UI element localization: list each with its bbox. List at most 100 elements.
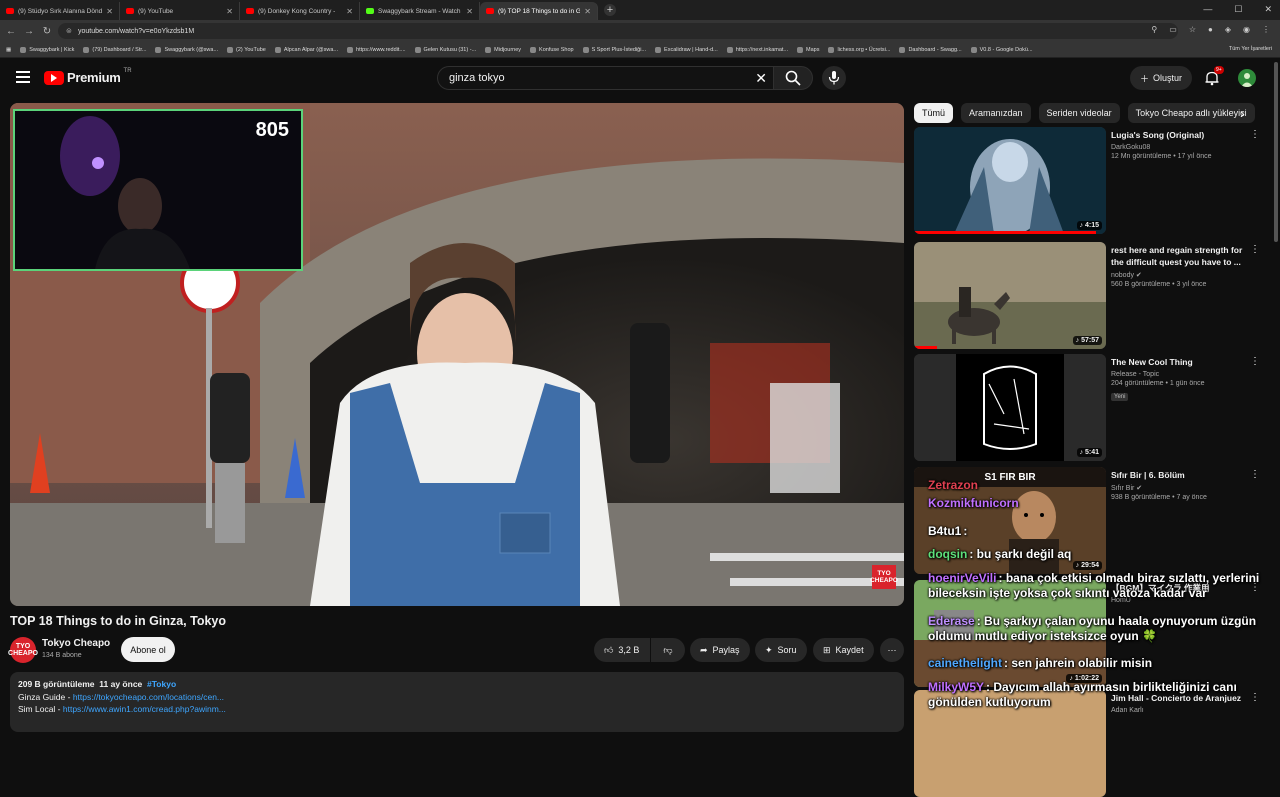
youtube-logo[interactable]: Premium TR — [44, 68, 132, 85]
bookmark-item[interactable]: Midjourney — [485, 46, 522, 53]
sparkle-icon: ✦ — [765, 644, 773, 655]
recommended-title[interactable]: The New Cool Thing — [1111, 356, 1251, 368]
bookmark-item[interactable]: V0.8 - Google Dokü... — [970, 46, 1033, 53]
desc-link[interactable]: https://tokyocheapo.com/locations/cen... — [73, 692, 224, 702]
recommended-channel[interactable]: Release - Topic — [1111, 371, 1159, 378]
channel-avatar[interactable]: TYO CHEAPO — [8, 637, 38, 663]
recommended-meta: 560 B görüntüleme • 3 yıl önce — [1111, 281, 1207, 288]
recommended-channel[interactable]: DarkGoku08 — [1111, 144, 1150, 151]
search-input[interactable]: ginza tokyo ✕ — [437, 66, 773, 90]
dislike-button[interactable]: 👎︎ — [651, 638, 685, 662]
bookmark-label: Midjourney — [494, 46, 522, 53]
desc-link[interactable]: https://www.awin1.com/cread.php?awinm... — [63, 704, 226, 714]
more-actions-button[interactable]: ⋯ — [880, 638, 904, 662]
avatar-image — [1241, 73, 1253, 87]
hashtag-link[interactable]: #Tokyo — [147, 679, 176, 689]
video-thumbnail[interactable]: ♪ 5:41 — [914, 354, 1106, 461]
filter-chip[interactable]: Aramanızdan — [961, 103, 1031, 123]
browser-tab[interactable]: (9) YouTube ✕ — [120, 2, 240, 20]
page-scrollbar[interactable] — [1274, 62, 1278, 242]
close-tab-icon[interactable]: ✕ — [106, 7, 113, 16]
bookmark-item[interactable]: (2) YouTube — [227, 46, 266, 53]
forward-icon[interactable]: → — [22, 26, 36, 37]
more-vertical-icon[interactable]: ⋮ — [1250, 244, 1260, 255]
reload-icon[interactable]: ↻ — [40, 26, 54, 37]
video-thumbnail[interactable]: ♪ 4:15 — [914, 127, 1106, 234]
browser-tab[interactable]: (9) Stüdyo Sırk Alanına Döndü. ▮✕ — [0, 2, 120, 20]
stream-counter: 805 — [255, 119, 289, 141]
recommended-title[interactable]: rest here and regain strength for the di… — [1111, 244, 1251, 268]
watch-progress-bar — [914, 346, 938, 349]
bookmark-item[interactable]: Dashboard - Swagg... — [899, 46, 962, 53]
bookmark-item[interactable]: lichess.org • Ücretsi... — [828, 46, 890, 53]
browser-menu-icon[interactable]: ⋮ — [1262, 25, 1270, 34]
channel-watermark[interactable]: TYO CHEAPO — [870, 565, 898, 589]
bookmark-item[interactable]: Swaggybark (@swa... — [155, 46, 218, 53]
puzzle-icon[interactable]: ◈ — [1225, 25, 1231, 34]
menu-icon[interactable] — [16, 71, 30, 83]
voice-search-button[interactable] — [822, 66, 846, 90]
bookmark-item[interactable]: S Sport Plus-İstediği... — [582, 46, 646, 53]
bookmark-favicon-icon — [155, 46, 162, 53]
bookmark-item[interactable]: Gelen Kutusu (31) -... — [414, 46, 476, 53]
bookmark-item[interactable]: Alpcan Alpar (@swa... — [274, 46, 338, 53]
account-avatar[interactable] — [1238, 69, 1256, 87]
bookmark-item[interactable]: (79) Dashboard / Str... — [83, 46, 146, 53]
channel-name[interactable]: Tokyo Cheapo — [42, 638, 110, 649]
save-button[interactable]: ⊞ Kaydet — [813, 638, 874, 662]
like-button[interactable]: 👍︎ 3,2 B — [594, 638, 650, 662]
close-window-icon[interactable]: ✕ — [1264, 4, 1272, 15]
browser-tab[interactable]: Swaggybark Stream - Watch Li ✕ — [360, 2, 480, 20]
filter-chip[interactable]: Seriden videolar — [1038, 103, 1120, 123]
site-info-icon[interactable]: ⊜ — [66, 27, 72, 35]
recommended-video[interactable]: ♪ 5:41 The New Cool Thing Release - Topi… — [914, 354, 1270, 461]
close-tab-icon[interactable]: ✕ — [226, 7, 233, 16]
bookmark-item[interactable]: https://next.inkamat... — [726, 46, 788, 53]
profile-icon[interactable]: ◉ — [1243, 25, 1250, 34]
new-badge: Yeni — [1111, 393, 1129, 401]
chips-next-chevron-icon[interactable]: › — [1240, 105, 1245, 121]
all-bookmarks[interactable]: Tüm Yer İşaretleri — [1229, 46, 1272, 52]
browser-tab[interactable]: (9) Donkey Kong Country - ✕ — [240, 2, 360, 20]
share-button[interactable]: ➦ Paylaş — [690, 638, 750, 662]
more-vertical-icon[interactable]: ⋮ — [1250, 356, 1260, 367]
video-thumbnail[interactable]: ♪ 57:57 — [914, 242, 1106, 349]
new-tab-button[interactable]: + — [604, 4, 616, 16]
bookmark-item[interactable]: https://www.reddit.... — [347, 46, 406, 53]
apps-icon[interactable]: ▦ — [6, 47, 11, 53]
cast-icon[interactable]: ▭ — [1169, 25, 1177, 34]
more-vertical-icon[interactable]: ⋮ — [1250, 129, 1260, 140]
filter-chip[interactable]: Tümü — [914, 103, 954, 123]
ask-button[interactable]: ✦ Soru — [755, 638, 807, 662]
chat-text: : sen jahrein olabilir misin — [1004, 656, 1153, 670]
recommended-title[interactable]: Lugia's Song (Original) — [1111, 129, 1251, 141]
create-button[interactable]: ＋ Oluştur — [1130, 66, 1192, 90]
zoom-icon[interactable]: ⚲ — [1151, 25, 1157, 34]
bookmark-star-icon[interactable]: ☆ — [1189, 25, 1196, 34]
recommended-video[interactable]: ♪ 4:15 Lugia's Song (Original) DarkGoku0… — [914, 127, 1270, 234]
bookmark-item[interactable]: Konfuse Shop — [530, 46, 574, 53]
url-field[interactable]: ⊜ youtube.com/watch?v=e0oYkzdsb1M — [58, 23, 1178, 39]
bookmark-item[interactable]: Excalidraw | Hand-d... — [655, 46, 718, 53]
subscribe-button[interactable]: Abone ol — [121, 637, 175, 662]
recommended-channel[interactable]: nobody — [1111, 272, 1134, 279]
filter-chip[interactable]: Tokyo Cheapo adlı yükleyici — [1127, 103, 1255, 123]
search-button[interactable] — [773, 66, 813, 90]
clear-search-icon[interactable]: ✕ — [755, 70, 767, 87]
recommended-video[interactable]: ♪ 57:57 rest here and regain strength fo… — [914, 242, 1270, 349]
bookmark-item[interactable]: Swaggybark | Kick — [20, 46, 74, 53]
browser-tab[interactable]: (9) TOP 18 Things to do in Ginza ✕ — [480, 2, 598, 20]
chat-username: MilkyW5Y — [928, 680, 985, 694]
close-tab-icon[interactable]: ✕ — [584, 7, 591, 16]
maximize-icon[interactable]: ☐ — [1234, 4, 1242, 15]
close-tab-icon[interactable]: ✕ — [346, 7, 353, 16]
back-icon[interactable]: ← — [4, 26, 18, 37]
bookmark-item[interactable]: Maps — [797, 46, 820, 53]
extension-icon[interactable]: ● — [1208, 25, 1213, 34]
description-box[interactable]: 209 B görüntüleme 11 ay önce #Tokyo Ginz… — [10, 672, 904, 732]
chat-message: Zetrazon — [928, 478, 1278, 493]
bookmark-label: Maps — [806, 46, 820, 53]
close-tab-icon[interactable]: ✕ — [466, 7, 473, 16]
duration-text: 29:54 — [1081, 562, 1099, 569]
minimize-icon[interactable]: — — [1203, 4, 1212, 15]
